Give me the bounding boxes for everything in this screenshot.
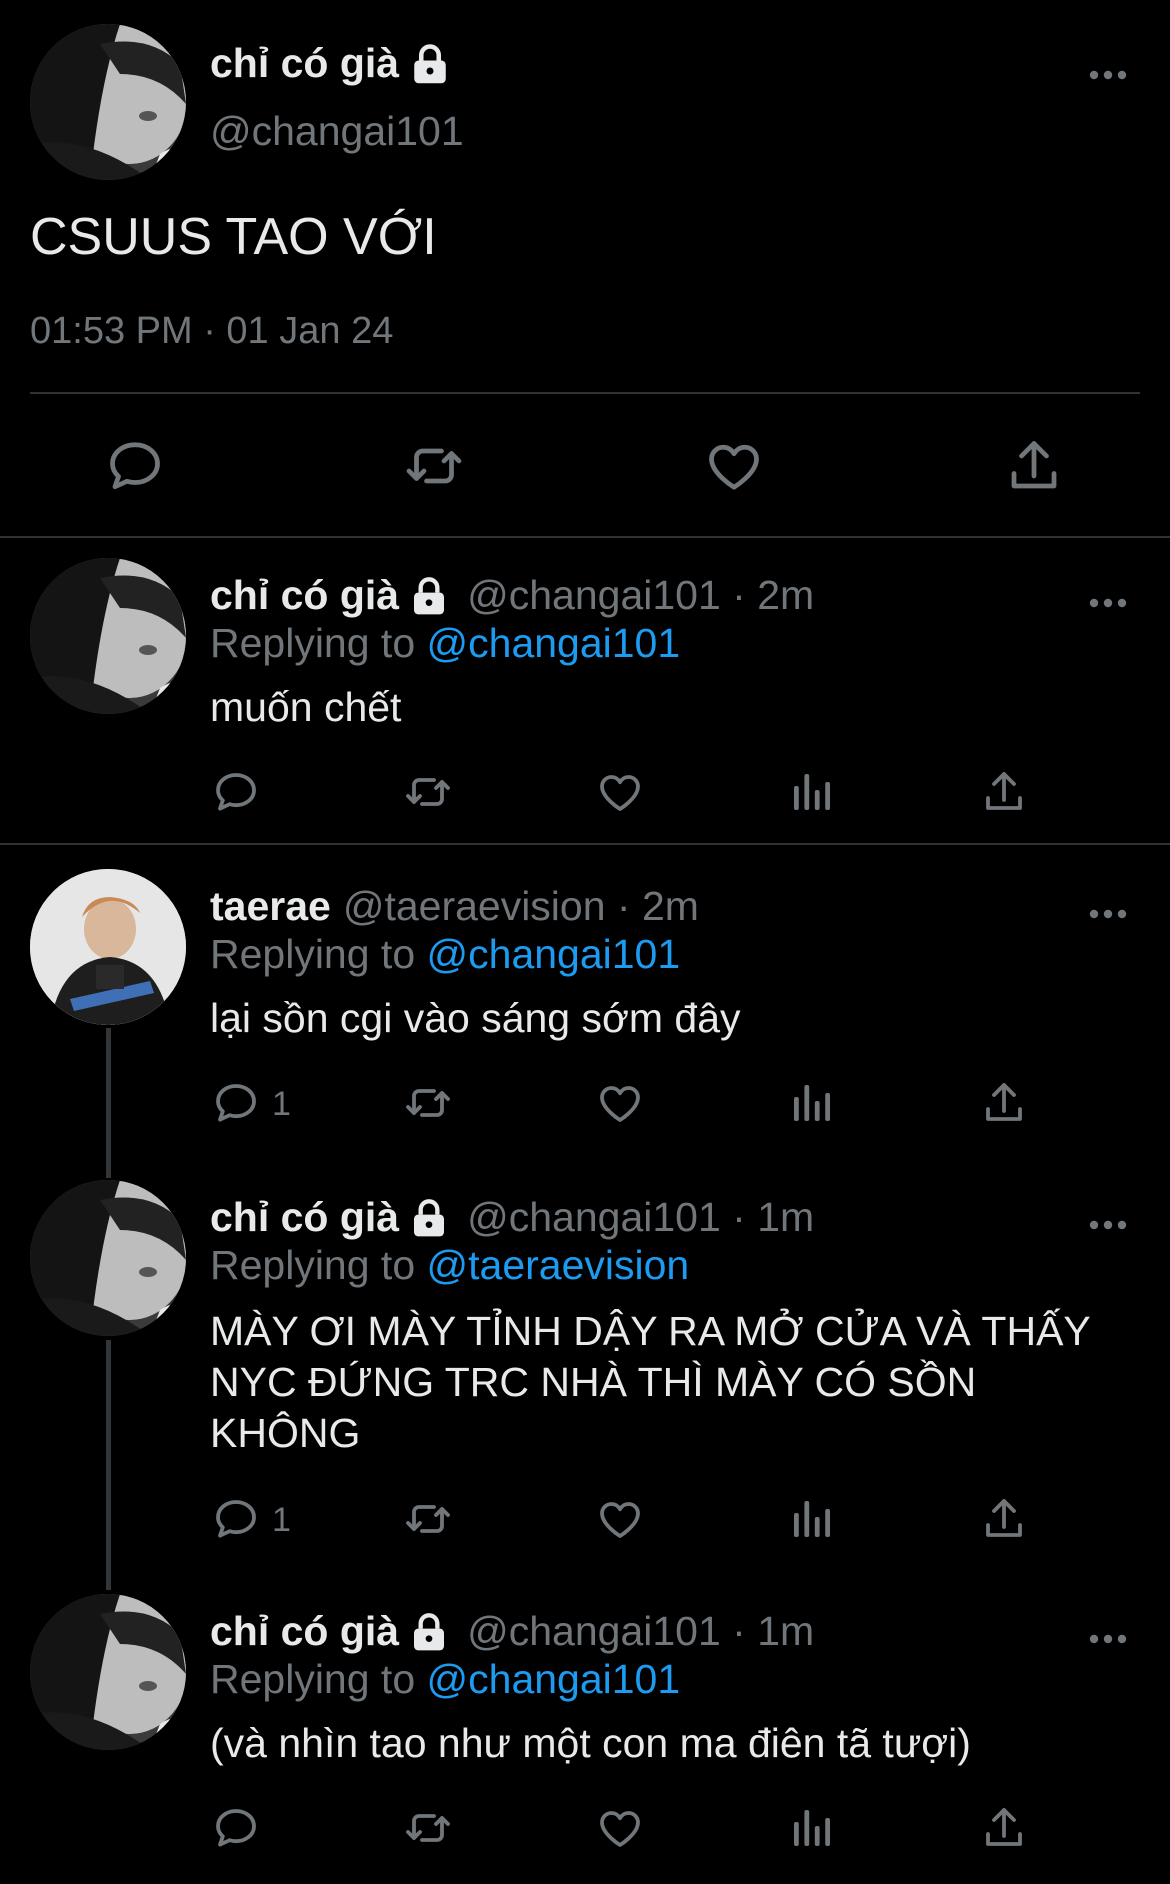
author-name[interactable]: chỉ có già	[210, 1194, 399, 1241]
stats-icon[interactable]	[788, 1804, 836, 1852]
author-handle[interactable]: @taeraevision · 2m	[343, 883, 699, 930]
replying-to: Replying to @changai101	[210, 1656, 680, 1703]
reply-header: chỉ có già @changai101 · 1m	[210, 1194, 814, 1241]
reply-count: 1	[272, 1085, 291, 1123]
more-options-icon[interactable]	[1088, 907, 1128, 921]
retweet-icon[interactable]	[404, 1804, 452, 1852]
author-handle[interactable]: @changai101 · 1m	[467, 1608, 814, 1655]
avatar[interactable]	[30, 24, 186, 180]
replying-prefix: Replying to	[210, 620, 427, 666]
like-icon[interactable]	[596, 1079, 644, 1127]
avatar[interactable]	[30, 558, 186, 714]
reply-icon[interactable]	[105, 436, 165, 496]
replying-to-link[interactable]: @changai101	[427, 931, 681, 977]
replying-to-link[interactable]: @changai101	[427, 620, 681, 666]
lock-icon	[409, 43, 451, 85]
replying-prefix: Replying to	[210, 1656, 427, 1702]
reply-tweet[interactable]: chỉ có già @changai101 · 2m Replying to …	[0, 542, 1170, 842]
divider	[0, 843, 1170, 845]
reply-header: chỉ có già @changai101 · 2m	[210, 572, 814, 619]
author-name[interactable]: chỉ có già	[210, 40, 451, 87]
reply-tweet[interactable]: chỉ có già @changai101 · 1m Replying to …	[0, 1164, 1170, 1574]
author-handle[interactable]: @changai101 · 1m	[467, 1194, 814, 1241]
author-name[interactable]: chỉ có già	[210, 572, 399, 619]
avatar[interactable]	[30, 869, 186, 1025]
stats-icon[interactable]	[788, 1079, 836, 1127]
lock-icon	[409, 1198, 449, 1238]
tweet-text: CSUUS TAO VỚI	[30, 208, 437, 266]
share-icon[interactable]	[980, 768, 1028, 816]
author-name[interactable]: taerae	[210, 883, 331, 930]
reply-text: lại sồn cgi vào sáng sớm đây	[210, 995, 741, 1041]
share-icon[interactable]	[980, 1495, 1028, 1543]
author-name[interactable]: chỉ có già	[210, 1608, 399, 1655]
reply-header: chỉ có già @changai101 · 1m	[210, 1608, 814, 1655]
reply-icon[interactable]	[212, 768, 260, 816]
reply-icon[interactable]	[212, 1079, 260, 1127]
replying-to-link[interactable]: @changai101	[427, 1656, 681, 1702]
replying-to: Replying to @changai101	[210, 620, 680, 667]
like-icon[interactable]	[704, 436, 764, 496]
like-icon[interactable]	[596, 1495, 644, 1543]
share-icon[interactable]	[980, 1804, 1028, 1852]
share-icon[interactable]	[980, 1079, 1028, 1127]
like-icon[interactable]	[596, 1804, 644, 1852]
reply-icon[interactable]	[212, 1804, 260, 1852]
retweet-icon[interactable]	[404, 1495, 452, 1543]
reply-icon[interactable]	[212, 1495, 260, 1543]
replying-to: Replying to @changai101	[210, 931, 680, 978]
retweet-icon[interactable]	[404, 1079, 452, 1127]
stats-icon[interactable]	[788, 1495, 836, 1543]
author-handle[interactable]: @changai101	[210, 108, 464, 155]
reply-header: taerae @taeraevision · 2m	[210, 883, 699, 930]
avatar[interactable]	[30, 1180, 186, 1336]
reply-text: MÀY ƠI MÀY TỈNH DẬY RA MỞ CỬA VÀ THẤY NY…	[210, 1308, 1091, 1456]
more-options-icon[interactable]	[1088, 1218, 1128, 1232]
divider	[30, 392, 1140, 394]
reply-text: (và nhìn tao như một con ma điên tã tượi…	[210, 1720, 971, 1766]
tweet-timestamp[interactable]: 01:53 PM · 01 Jan 24	[30, 310, 393, 353]
avatar[interactable]	[30, 1594, 186, 1750]
more-options-icon[interactable]	[1088, 1632, 1128, 1646]
stats-icon[interactable]	[788, 768, 836, 816]
share-icon[interactable]	[1004, 436, 1064, 496]
replying-prefix: Replying to	[210, 1242, 427, 1288]
replying-to-link[interactable]: @taeraevision	[427, 1242, 690, 1288]
retweet-icon[interactable]	[404, 436, 464, 496]
main-tweet: chỉ có già @changai101 CSUUS TAO VỚI 01:…	[0, 0, 1170, 538]
reply-tweet[interactable]: taerae @taeraevision · 2m Replying to @c…	[0, 853, 1170, 1163]
replying-prefix: Replying to	[210, 931, 427, 977]
replying-to: Replying to @taeraevision	[210, 1242, 689, 1289]
author-handle[interactable]: @changai101 · 2m	[467, 572, 814, 619]
reply-tweet[interactable]: chỉ có già @changai101 · 1m Replying to …	[0, 1578, 1170, 1884]
lock-icon	[409, 576, 449, 616]
lock-icon	[409, 1612, 449, 1652]
like-icon[interactable]	[596, 768, 644, 816]
more-options-icon[interactable]	[1088, 68, 1128, 82]
author-name-text[interactable]: chỉ có già	[210, 40, 399, 87]
retweet-icon[interactable]	[404, 768, 452, 816]
reply-count: 1	[272, 1501, 291, 1539]
more-options-icon[interactable]	[1088, 596, 1128, 610]
reply-text: muốn chết	[210, 684, 402, 730]
